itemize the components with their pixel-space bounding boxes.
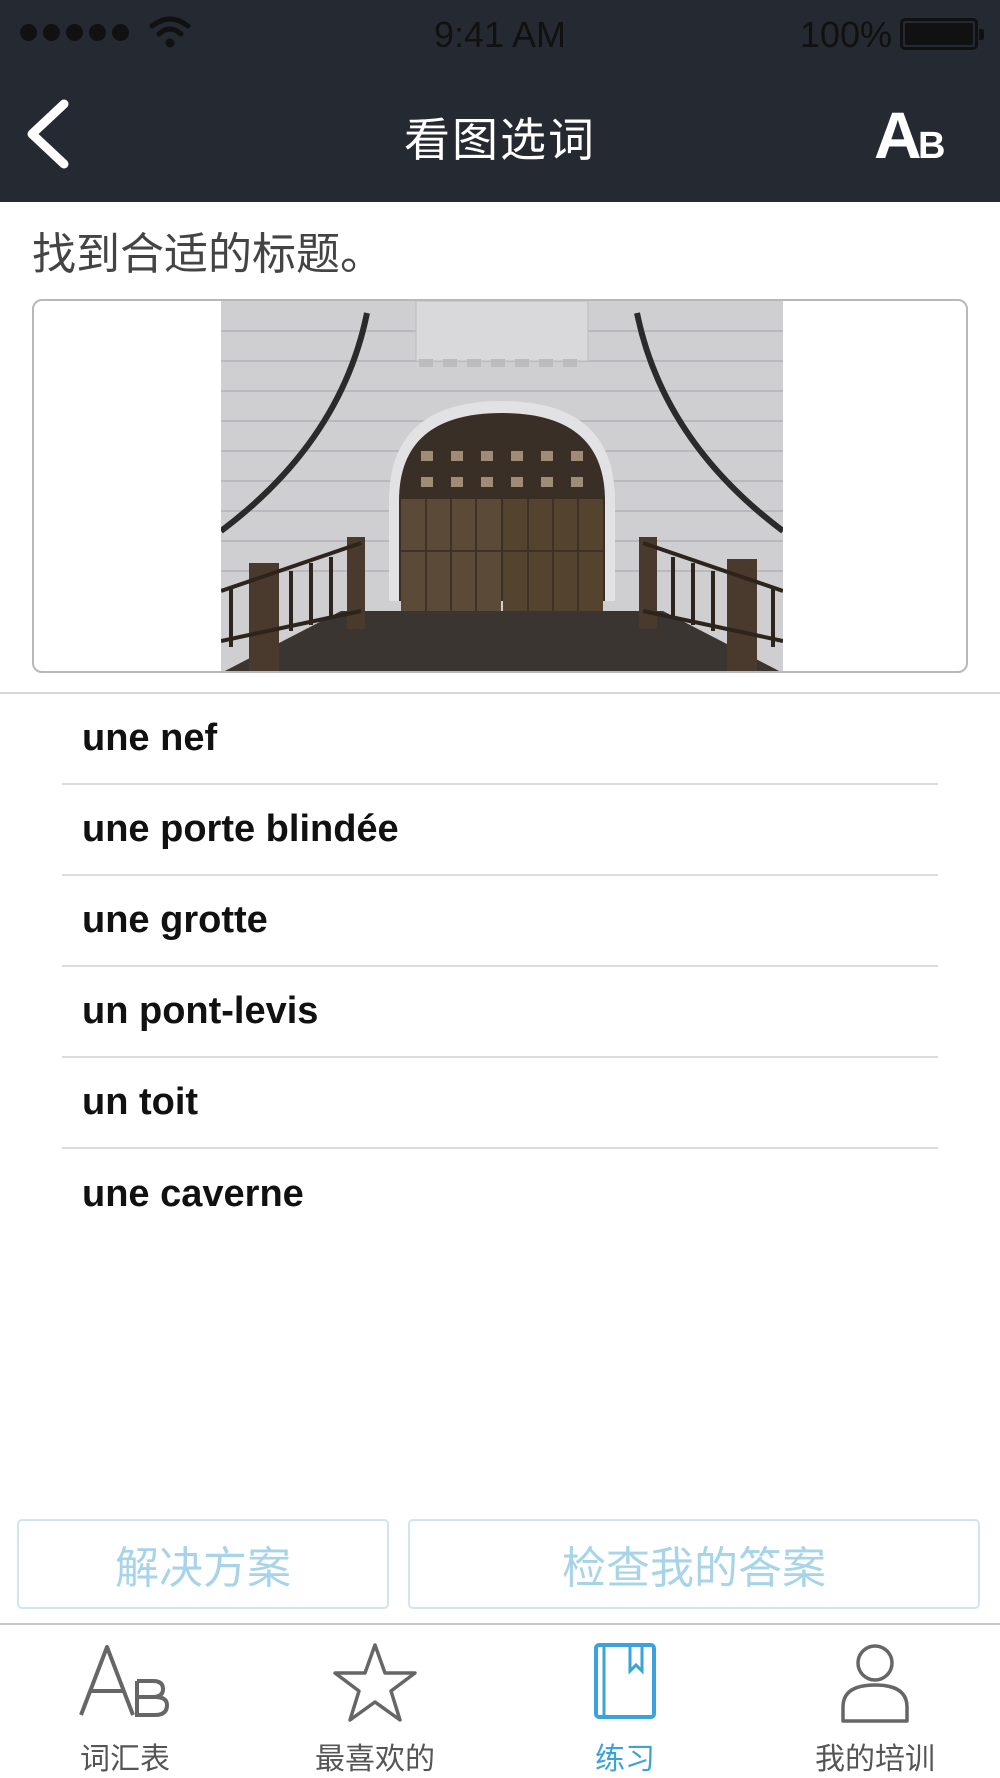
tab-favorites[interactable]: 最喜欢的 <box>250 1625 500 1778</box>
battery-percent: 100% <box>799 14 892 55</box>
answer-option[interactable]: un pont-levis <box>62 967 938 1058</box>
page-title: 看图选词 <box>404 114 596 166</box>
answer-option[interactable]: une nef <box>62 694 938 785</box>
person-icon <box>841 1644 909 1723</box>
answer-option[interactable]: une porte blindée <box>62 785 938 876</box>
tab-label: 练习 <box>595 1743 655 1776</box>
answer-options-list: une nef une porte blindée une grotte un … <box>62 694 938 1240</box>
tab-vocabulary[interactable]: 词汇表 <box>0 1625 250 1778</box>
answer-option[interactable]: une grotte <box>62 876 938 967</box>
tab-my-training[interactable]: 我的培训 <box>750 1625 1000 1778</box>
tab-bar: 词汇表 最喜欢的 练习 我的培训 <box>0 1623 1000 1778</box>
check-answer-button[interactable]: 检查我的答案 <box>408 1519 980 1609</box>
tab-label: 我的培训 <box>815 1743 935 1776</box>
answer-option[interactable]: une caverne <box>62 1149 938 1240</box>
star-icon <box>333 1643 417 1722</box>
tab-label: 词汇表 <box>80 1743 170 1776</box>
ab-vocabulary-icon <box>79 1645 170 1717</box>
svg-text:A: A <box>874 98 922 168</box>
solution-button[interactable]: 解决方案 <box>17 1519 389 1609</box>
battery-icon <box>900 18 984 50</box>
tab-practice[interactable]: 练习 <box>500 1625 750 1778</box>
status-bar: 9:41 AM 100% <box>0 0 1000 68</box>
tab-label: 最喜欢的 <box>315 1743 435 1776</box>
font-size-button[interactable]: A B <box>874 96 954 168</box>
castle-drawbridge-photo <box>221 301 783 671</box>
svg-text:B: B <box>918 125 945 167</box>
top-bar: 9:41 AM 100% 看图选词 A B <box>0 0 1000 202</box>
question-image-card <box>32 299 968 673</box>
question-prompt: 找到合适的标题。 <box>32 230 384 279</box>
answer-option[interactable]: un toit <box>62 1058 938 1149</box>
book-icon <box>594 1643 656 1719</box>
